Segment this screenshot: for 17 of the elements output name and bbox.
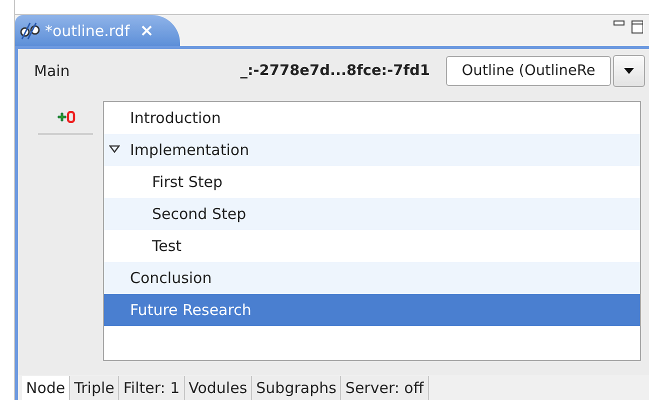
plus-zero-icon[interactable]: [56, 111, 76, 123]
view-tab[interactable]: Vodules: [184, 376, 252, 400]
tree-item[interactable]: Conclusion: [104, 262, 640, 294]
view-tab[interactable]: Node: [22, 376, 70, 400]
tree-item[interactable]: Future Research: [104, 294, 640, 326]
tree-item[interactable]: Second Step: [104, 198, 640, 230]
minimize-icon[interactable]: [613, 20, 625, 28]
main-label: Main: [34, 62, 71, 80]
tree-item[interactable]: Implementation: [104, 134, 640, 166]
glasses-icon: [19, 22, 41, 40]
caret-icon: [624, 68, 634, 74]
view-select[interactable]: Outline (OutlineRe: [446, 56, 611, 86]
maximize-icon[interactable]: [631, 20, 643, 34]
tab-title: *outline.rdf: [45, 22, 130, 40]
node-id: _:-2778e7d...8fce:-7fd1: [240, 63, 430, 79]
dropdown-button[interactable]: [613, 55, 645, 87]
expand-toggle-icon[interactable]: [109, 145, 120, 153]
